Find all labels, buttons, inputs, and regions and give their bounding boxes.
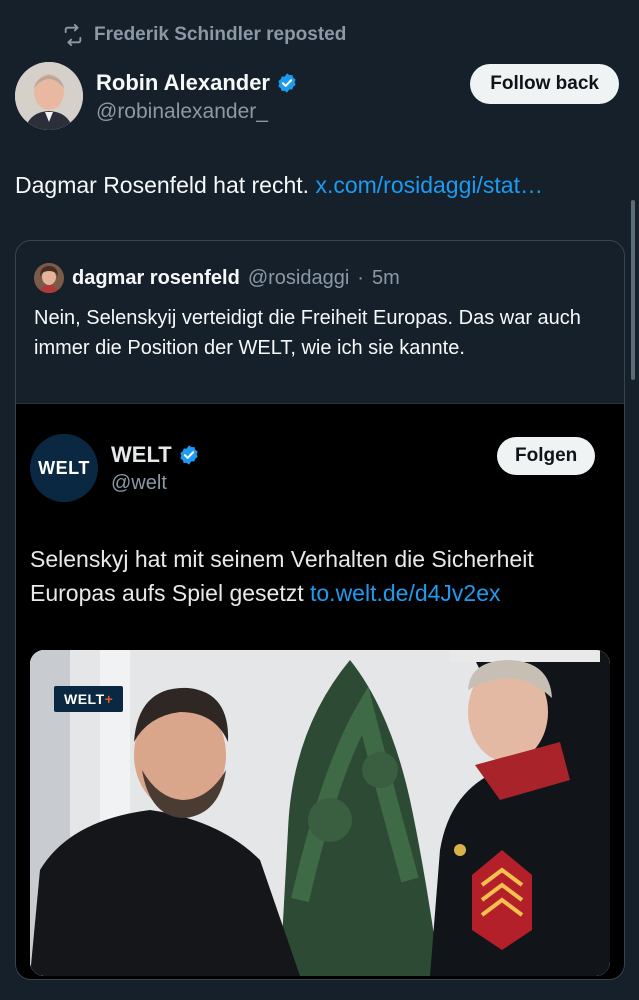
- embedded-author-name: WELT: [111, 442, 200, 468]
- author-name[interactable]: Robin Alexander: [96, 70, 298, 96]
- news-photo[interactable]: WELT+: [30, 650, 610, 976]
- tweet-link[interactable]: x.com/rosidaggi/stat…: [315, 172, 543, 198]
- repost-icon: [64, 24, 82, 46]
- verified-badge-icon: [278, 73, 296, 93]
- quoted-tweet[interactable]: dagmar rosenfeld @rosidaggi · 5m Nein, S…: [15, 240, 625, 980]
- repost-indicator[interactable]: Frederik Schindler reposted: [62, 24, 346, 46]
- welt-plus-badge: WELT+: [54, 686, 124, 712]
- quote-avatar[interactable]: [34, 263, 64, 293]
- tweet-text: Dagmar Rosenfeld hat recht. x.com/rosida…: [15, 172, 543, 198]
- quote-header: dagmar rosenfeld @rosidaggi · 5m: [34, 263, 400, 293]
- quote-text: Nein, Selenskyij verteidigt die Freiheit…: [34, 307, 581, 359]
- embedded-link: to.welt.de/d4Jv2ex: [310, 580, 501, 606]
- embedded-tweet-text: Selenskyj hat mit seinem Verhalten die S…: [30, 546, 534, 606]
- quote-separator: ·: [357, 266, 364, 289]
- folgen-button: Folgen: [497, 437, 596, 475]
- embedded-author-handle: @welt: [111, 472, 167, 494]
- author-handle[interactable]: @robinalexander_: [96, 100, 268, 124]
- quote-author-handle[interactable]: @rosidaggi: [248, 267, 349, 290]
- repost-text: Frederik Schindler reposted: [94, 24, 347, 45]
- quote-timestamp[interactable]: 5m: [372, 267, 400, 290]
- verified-badge-icon: [180, 445, 198, 465]
- welt-logo: WELT: [30, 434, 98, 502]
- avatar[interactable]: [15, 62, 83, 130]
- embedded-screenshot[interactable]: WELT WELT @welt Folgen Selenskyj hat mit…: [16, 403, 624, 979]
- quote-author-name[interactable]: dagmar rosenfeld: [72, 267, 240, 290]
- follow-back-button[interactable]: Follow back: [470, 64, 619, 104]
- scrollbar[interactable]: [631, 200, 635, 380]
- tweet-author: Robin Alexander @robinalexander_ Follow …: [15, 62, 619, 132]
